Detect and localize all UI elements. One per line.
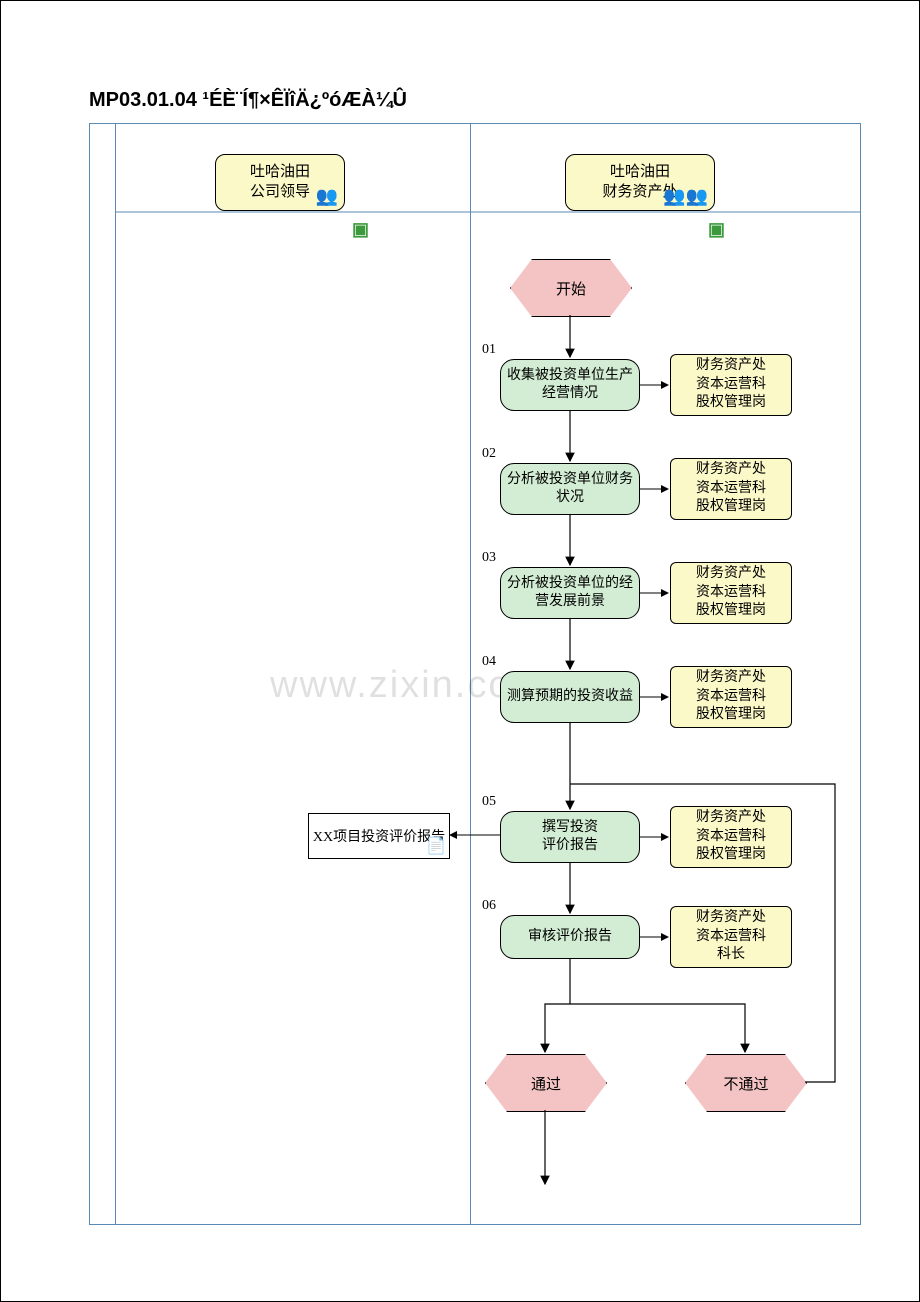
step-number-01: 01 — [482, 342, 496, 358]
lane-header-right: 吐哈油田 财务资产处 👥👥 — [565, 154, 715, 211]
role-box-5: 财务资产处 资本运营科 股权管理岗 — [670, 806, 792, 868]
step-number-03: 03 — [482, 550, 496, 566]
role-box-6: 财务资产处 资本运营科 科长 — [670, 906, 792, 968]
decision-pass: 通过 — [485, 1054, 607, 1112]
process-analyze-finance: 分析被投资单位财务状况 — [500, 463, 640, 515]
lane-left-line2: 公司领导 — [250, 184, 310, 200]
process-calculate-return: 测算预期的投资收益 — [500, 671, 640, 723]
diagram-title: MP03.01.04 ¹ÉÈ¨Í¶×ÊÏîÄ¿ºóÆÀ¼Û — [89, 89, 407, 112]
role-box-4: 财务资产处 资本运营科 股权管理岗 — [670, 666, 792, 728]
process-write-report: 撰写投资 评价报告 — [500, 811, 640, 863]
lane-right-line1: 吐哈油田 — [610, 164, 670, 180]
document-icon: 📄 — [426, 836, 446, 856]
step-number-04: 04 — [482, 654, 496, 670]
diagram-page: MP03.01.04 ¹ÉÈ¨Í¶×ÊÏîÄ¿ºóÆÀ¼Û www.zixin.… — [0, 0, 920, 1302]
process-analyze-prospect: 分析被投资单位的经营发展前景 — [500, 567, 640, 619]
role-box-3: 财务资产处 资本运营科 股权管理岗 — [670, 562, 792, 624]
people-icon: 👥 — [316, 185, 338, 208]
start-node: 开始 — [510, 259, 632, 317]
lane-divider — [115, 124, 116, 1224]
step-number-06: 06 — [482, 898, 496, 914]
decision-fail: 不通过 — [685, 1054, 807, 1112]
lane-left-line1: 吐哈油田 — [250, 164, 310, 180]
lane-divider — [470, 124, 471, 1224]
process-collect: 收集被投资单位生产经营情况 — [500, 359, 640, 411]
org-icon: ▣ — [352, 219, 369, 240]
process-review-report: 审核评价报告 — [500, 915, 640, 959]
people-icon: 👥👥 — [663, 185, 708, 208]
step-number-05: 05 — [482, 794, 496, 810]
document-report: XX项目投资评价报告 📄 — [308, 813, 450, 859]
org-icon: ▣ — [708, 219, 725, 240]
role-box-2: 财务资产处 资本运营科 股权管理岗 — [670, 458, 792, 520]
role-box-1: 财务资产处 资本运营科 股权管理岗 — [670, 354, 792, 416]
diagram-frame: www.zixin.com.cn 吐哈油田 公司领导 👥 吐哈油田 财务资产处 … — [89, 123, 861, 1225]
step-number-02: 02 — [482, 446, 496, 462]
lane-header-left: 吐哈油田 公司领导 👥 — [215, 154, 345, 211]
